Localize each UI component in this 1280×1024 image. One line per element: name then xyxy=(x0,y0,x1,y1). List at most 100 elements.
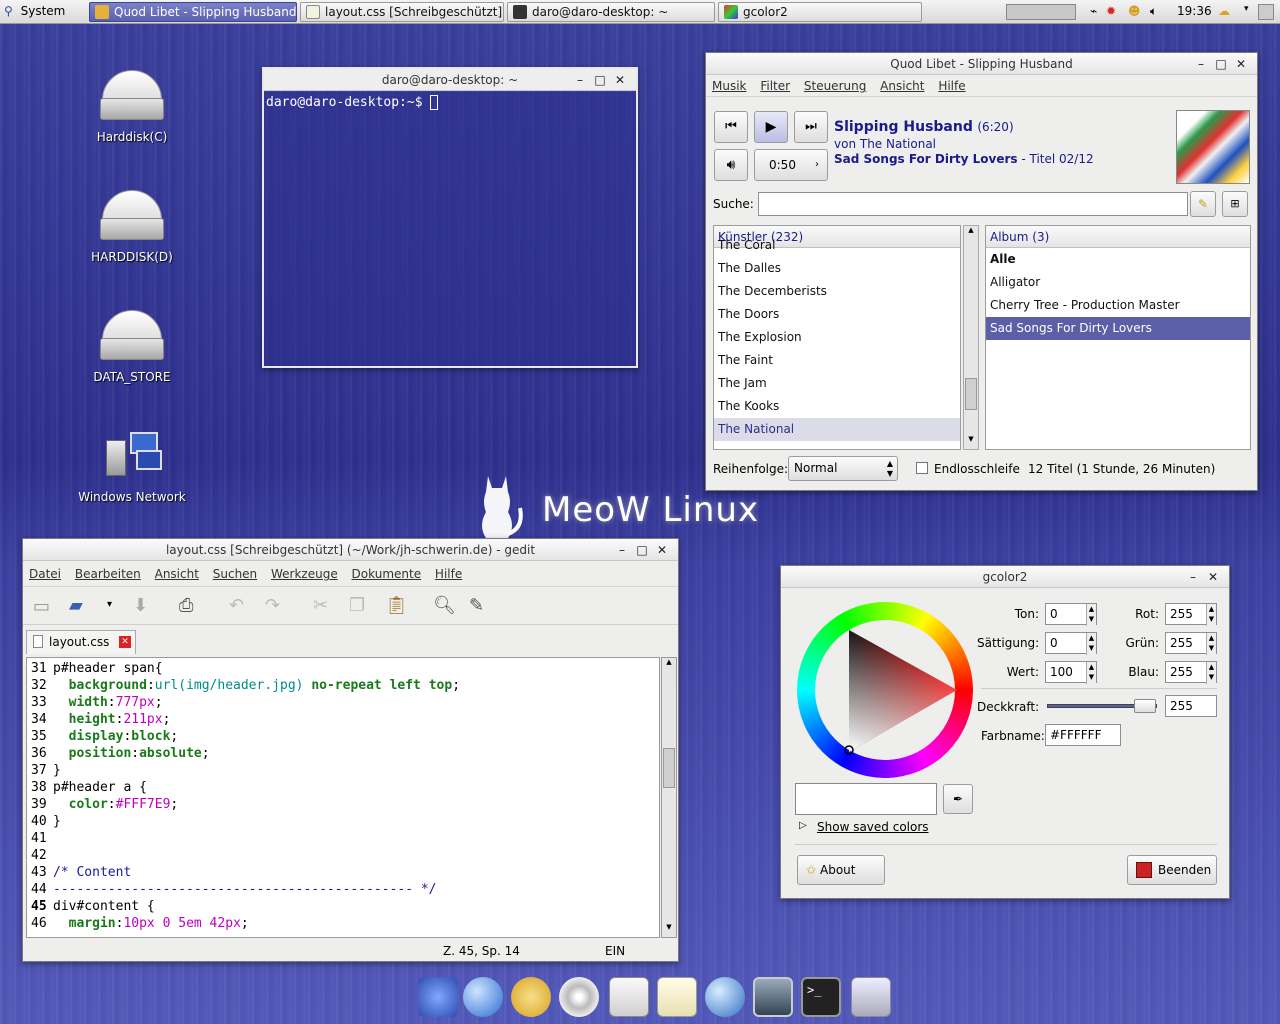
maximize-icon[interactable]: □ xyxy=(632,539,652,561)
seek-button[interactable]: 0:50 › xyxy=(754,149,828,181)
gedit-titlebar[interactable]: layout.css [Schreibgeschützt] (~/Work/jh… xyxy=(23,539,678,561)
terminal-window[interactable]: daro@daro-desktop: ~ – □ ✕ daro@daro-deskt… xyxy=(262,67,638,368)
print-icon[interactable]: ⎙ xyxy=(179,595,193,616)
paste-icon[interactable]: 📋︎ xyxy=(385,595,408,616)
previous-button[interactable]: ⏮ xyxy=(714,111,748,143)
chevron-down-icon[interactable]: ▾ xyxy=(1244,4,1254,20)
workspace-switcher[interactable] xyxy=(1006,4,1076,20)
saturation-spinner[interactable]: 0 ▲ ▼ xyxy=(1045,632,1097,655)
desktop-icon-data-store[interactable]: DATA_STORE xyxy=(72,308,192,384)
show-desktop-icon[interactable] xyxy=(1258,4,1274,20)
spin-arrows-icon[interactable]: ▲ ▼ xyxy=(1206,633,1216,655)
minimize-icon[interactable]: – xyxy=(1183,566,1203,588)
desktop-icon-harddisk-d[interactable]: HARDDISK(D) xyxy=(72,188,192,264)
close-tab-icon[interactable]: ✕ xyxy=(119,636,131,648)
slider-handle[interactable] xyxy=(1134,699,1156,713)
list-item[interactable]: The Decemberists xyxy=(714,280,960,303)
cut-icon[interactable]: ✂ xyxy=(313,595,328,616)
mail-icon[interactable] xyxy=(609,977,649,1017)
artist-scrollbar[interactable]: ▲ ▼ xyxy=(963,225,979,450)
list-item-selected[interactable]: Sad Songs For Dirty Lovers xyxy=(986,317,1250,340)
show-saved-colors[interactable]: Show saved colors xyxy=(817,820,929,834)
menu-datei[interactable]: Datei xyxy=(29,567,61,581)
green-spinner[interactable]: 255 ▲ ▼ xyxy=(1165,632,1217,655)
value-spinner[interactable]: 100 ▲ ▼ xyxy=(1045,661,1097,684)
tab-layout-css[interactable]: layout.css ✕ xyxy=(26,630,136,654)
quit-button[interactable]: Beenden xyxy=(1127,855,1217,885)
spin-arrows-icon[interactable]: ▲ ▼ xyxy=(1086,604,1096,626)
album-list-header[interactable]: Album (3) xyxy=(986,226,1250,248)
scrollbar-thumb[interactable] xyxy=(663,748,675,788)
volume-button[interactable]: 🔊︎ xyxy=(714,149,748,181)
quodlibet-window[interactable]: Quod Libet - Slipping Husband – □ ✕ Musik … xyxy=(705,52,1258,491)
eyedropper-button[interactable]: ✒ xyxy=(943,784,973,814)
gedit-window[interactable]: layout.css [Schreibgeschützt] (~/Work/jh… xyxy=(22,538,679,962)
opacity-slider[interactable] xyxy=(1047,699,1157,713)
hue-spinner[interactable]: 0 ▲ ▼ xyxy=(1045,603,1097,626)
gcolor2-window[interactable]: gcolor2 – ✕ Ton: 0 ▲ ▼ Sättigung: 0 ▲ ▼ Wert:… xyxy=(780,565,1230,899)
search-icon[interactable]: 🔍︎ xyxy=(433,595,456,616)
scrollbar-thumb[interactable] xyxy=(965,378,977,410)
filter-options-button[interactable]: ⊞ xyxy=(1222,191,1248,217)
list-item[interactable]: Alligator xyxy=(986,271,1250,294)
scroll-down-icon[interactable]: ▼ xyxy=(662,923,676,937)
network-icon[interactable]: ⌁ xyxy=(1090,4,1104,20)
terminal-launcher-icon[interactable]: >_ xyxy=(801,977,841,1017)
sv-triangle[interactable] xyxy=(797,602,973,778)
list-item[interactable]: Cherry Tree - Production Master xyxy=(986,294,1250,317)
repeat-label[interactable]: Endlosschleife xyxy=(934,462,1020,476)
about-button[interactable]: ✩ About xyxy=(797,855,885,885)
editor-scrollbar[interactable]: ▲ ▼ xyxy=(661,657,677,938)
red-spinner[interactable]: 255 ▲ ▼ xyxy=(1165,603,1217,626)
task-gedit[interactable]: layout.css [Schreibgeschützt]... xyxy=(300,2,504,22)
expander-arrow-icon[interactable]: ▷ xyxy=(799,820,807,831)
user-icon[interactable]: ☻ xyxy=(1128,4,1142,20)
save-icon[interactable]: ⬇ xyxy=(133,595,148,616)
repeat-checkbox[interactable] xyxy=(916,462,928,474)
browser-globe-icon[interactable] xyxy=(463,977,503,1017)
order-select[interactable]: Normal ▲ ▼ xyxy=(788,456,898,481)
network-globe-icon[interactable] xyxy=(705,977,745,1017)
next-button[interactable]: ⏭ xyxy=(794,111,828,143)
menu-dokumente[interactable]: Dokumente xyxy=(352,567,422,581)
spin-arrows-icon[interactable]: ▲ ▼ xyxy=(1086,633,1096,655)
list-item[interactable]: The Faint xyxy=(714,349,960,372)
close-icon[interactable]: ✕ xyxy=(652,539,672,561)
scroll-down-icon[interactable]: ▼ xyxy=(964,435,978,449)
menu-filter[interactable]: Filter xyxy=(760,79,790,93)
list-item[interactable]: The Jam xyxy=(714,372,960,395)
blue-spinner[interactable]: 255 ▲ ▼ xyxy=(1165,661,1217,684)
scroll-up-icon[interactable]: ▲ xyxy=(662,658,676,672)
task-gcolor2[interactable]: gcolor2 xyxy=(718,2,922,22)
trash-icon[interactable] xyxy=(851,977,891,1017)
minimize-icon[interactable]: – xyxy=(570,69,590,91)
gimp-paw-icon[interactable] xyxy=(511,977,551,1017)
open-folder-icon[interactable]: ▰ xyxy=(69,595,83,616)
task-terminal[interactable]: daro@daro-desktop: ~ xyxy=(507,2,715,22)
opacity-input[interactable]: 255 xyxy=(1165,695,1217,717)
artist-list[interactable]: Künstler (232) The Coral The Dalles The … xyxy=(713,225,961,450)
play-button[interactable]: ▶ xyxy=(754,111,788,143)
spin-arrows-icon[interactable]: ▲ ▼ xyxy=(1206,662,1216,684)
menu-steuerung[interactable]: Steuerung xyxy=(804,79,866,93)
volume-icon[interactable]: 🔈︎ xyxy=(1150,4,1168,20)
task-quodlibet[interactable]: Quod Libet - Slipping Husband xyxy=(89,2,297,22)
list-item[interactable]: Alle xyxy=(986,248,1250,271)
list-item[interactable]: The Dalles xyxy=(714,257,960,280)
code-editor[interactable]: 31 p#header span{ 32 background:url(img/h… xyxy=(26,657,660,938)
clear-search-button[interactable]: ✎ xyxy=(1190,191,1216,217)
redo-icon[interactable]: ↷ xyxy=(265,595,280,616)
weather-icon[interactable]: ☁ xyxy=(1218,4,1242,20)
terminal-titlebar[interactable]: daro@daro-desktop: ~ – □ ✕ xyxy=(264,69,636,91)
monitor-icon[interactable] xyxy=(753,977,793,1017)
copy-icon[interactable]: ❐ xyxy=(349,595,365,616)
quodlibet-titlebar[interactable]: Quod Libet - Slipping Husband – □ ✕ xyxy=(706,53,1257,75)
maximize-icon[interactable]: □ xyxy=(590,69,610,91)
chevron-down-icon[interactable]: ▾ xyxy=(107,599,112,610)
scroll-up-icon[interactable]: ▲ xyxy=(964,226,978,240)
gcolor2-titlebar[interactable]: gcolor2 – ✕ xyxy=(781,566,1229,588)
minimize-icon[interactable]: – xyxy=(1191,53,1211,75)
system-menu[interactable]: ⚲ System xyxy=(4,4,65,18)
clock[interactable]: 19:36 xyxy=(1177,4,1217,20)
search-input[interactable] xyxy=(758,192,1188,216)
